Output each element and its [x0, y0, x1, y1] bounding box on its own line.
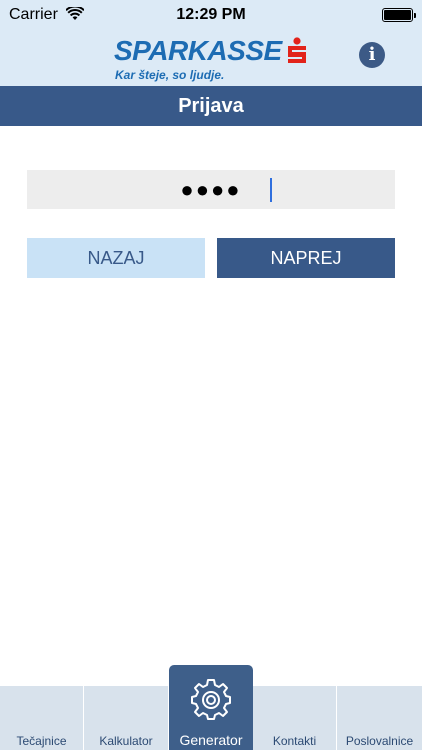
status-bar: Carrier 12:29 PM: [0, 0, 422, 30]
tab-tecajnice[interactable]: Tečajnice: [0, 686, 84, 750]
tab-label: Kalkulator: [99, 734, 153, 748]
battery-icon: [382, 8, 416, 22]
next-button[interactable]: NAPREJ: [217, 238, 395, 278]
brand-name: SPARKASSE: [114, 35, 282, 66]
info-icon: i: [368, 44, 376, 65]
tab-label: Generator: [179, 732, 243, 748]
tab-generator[interactable]: Generator: [169, 665, 253, 750]
pin-value: ●●●●: [180, 177, 242, 202]
tab-kalkulator[interactable]: Kalkulator: [84, 686, 169, 750]
app-header: SPARKASSE Kar šteje, so ljudje. i: [0, 30, 422, 86]
tab-label: Poslovalnice: [345, 734, 414, 748]
sparkasse-s-icon: [288, 37, 306, 63]
text-cursor: [270, 178, 272, 202]
title-bar: Prijava: [0, 86, 422, 126]
pin-input[interactable]: ●●●●: [27, 170, 395, 209]
tab-label: Kontakti: [272, 734, 317, 748]
page-title: Prijava: [178, 95, 244, 117]
tab-label: Tečajnice: [16, 734, 67, 748]
gear-icon: [191, 679, 231, 720]
sparkasse-logo: SPARKASSE Kar šteje, so ljudje.: [114, 34, 314, 84]
tab-kontakti[interactable]: Kontakti: [253, 686, 337, 750]
brand-tagline: Kar šteje, so ljudje.: [115, 68, 225, 82]
clock: 12:29 PM: [176, 6, 246, 23]
tab-poslovalnice[interactable]: Poslovalnice: [337, 686, 422, 750]
info-button[interactable]: i: [359, 42, 385, 68]
back-button[interactable]: NAZAJ: [27, 238, 205, 278]
